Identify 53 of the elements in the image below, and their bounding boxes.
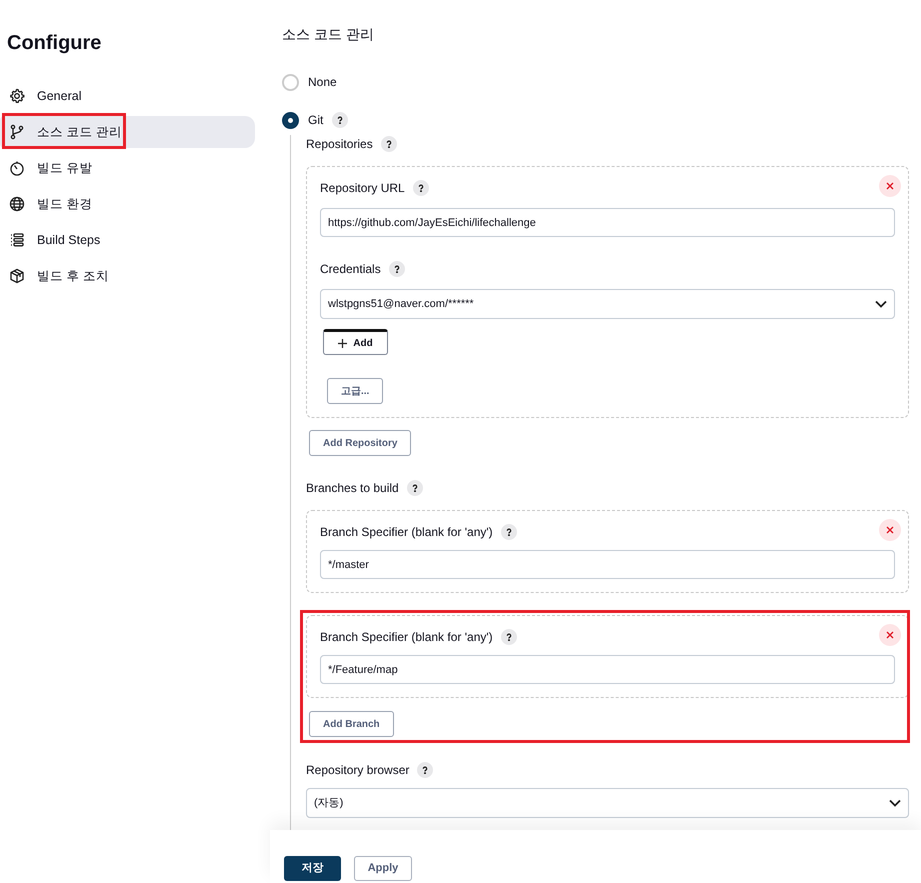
help-icon[interactable] <box>500 524 517 540</box>
help-icon[interactable] <box>500 629 517 645</box>
timer-icon <box>9 160 25 176</box>
box-icon <box>9 268 25 284</box>
sidebar-item[interactable]: 소스 코드 관리 <box>0 116 255 148</box>
field-label: Branch Specifier (blank for 'any') <box>320 629 493 646</box>
sidebar-item[interactable]: 빌드 유발 <box>0 152 255 184</box>
delete-button[interactable] <box>879 519 901 541</box>
field-label: Repository browser <box>306 762 410 779</box>
radio-button[interactable] <box>282 74 299 90</box>
option-label: None <box>308 74 337 91</box>
globe-icon <box>9 196 25 212</box>
input-field[interactable]: */master <box>320 550 895 579</box>
input-field[interactable]: https://github.com/JayEsEichi/lifechallenge <box>320 208 895 237</box>
chevron-down-icon <box>889 799 901 807</box>
delete-button[interactable] <box>879 624 901 646</box>
input-field[interactable]: */Feature/map <box>320 655 895 684</box>
sidebar-item[interactable]: 빌드 환경 <box>0 188 255 220</box>
field-label: Repository URL <box>320 180 405 197</box>
sidebar-item[interactable]: Build Steps <box>0 224 255 256</box>
help-icon[interactable] <box>332 112 348 128</box>
help-icon[interactable] <box>406 480 423 496</box>
field-label: Branches to build <box>306 480 399 497</box>
delete-button[interactable] <box>879 175 901 197</box>
help-icon[interactable] <box>388 261 405 277</box>
add-branch-button[interactable]: Add Branch <box>309 711 394 737</box>
field-label: Repositories <box>306 136 373 153</box>
close-icon <box>886 526 894 534</box>
help-icon[interactable] <box>380 136 397 152</box>
repository-browser-dropdown[interactable]: (자동) <box>306 788 909 818</box>
radio-button[interactable] <box>282 112 299 128</box>
sidebar-item[interactable]: 빌드 후 조치 <box>0 260 255 292</box>
field-label: Branch Specifier (blank for 'any') <box>320 524 493 541</box>
branch-icon <box>9 124 25 140</box>
help-icon[interactable] <box>417 762 434 778</box>
advanced-button[interactable]: 고급... <box>327 378 384 404</box>
section-heading: 소스 코드 관리 <box>282 25 374 44</box>
option-label: Git <box>308 112 324 129</box>
page-title: Configure <box>7 31 102 56</box>
add-button[interactable]: Add <box>323 329 388 355</box>
help-icon[interactable] <box>412 180 429 196</box>
chevron-down-icon <box>875 300 887 308</box>
close-icon <box>886 631 894 639</box>
field-label: Credentials <box>320 261 381 278</box>
list-icon <box>9 232 25 248</box>
sidebar-item[interactable]: General <box>0 80 255 112</box>
credentials-dropdown[interactable]: wlstpgns51@naver.com/****** <box>320 289 895 319</box>
apply-button[interactable]: Apply <box>354 856 412 881</box>
gear-icon <box>9 88 25 104</box>
save-button[interactable]: 저장 <box>284 856 341 881</box>
add-repository-button[interactable]: Add Repository <box>309 430 412 456</box>
plus-icon <box>338 338 348 348</box>
close-icon <box>886 182 894 190</box>
